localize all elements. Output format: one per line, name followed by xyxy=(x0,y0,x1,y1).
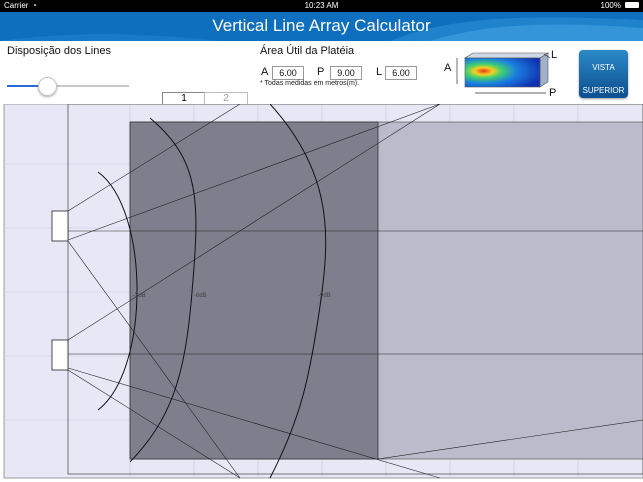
battery-icon xyxy=(625,2,639,8)
contour-label-3db: -3dB xyxy=(133,293,146,299)
field-a-label: A xyxy=(261,66,269,78)
field-a-input[interactable]: 6.00 xyxy=(272,66,304,80)
vista-superior-button[interactable]: VISTA SUPERIOR xyxy=(579,50,628,98)
clock: 10:23 AM xyxy=(304,1,339,10)
field-l-input[interactable]: 6.00 xyxy=(385,66,417,80)
title-bar: Vertical Line Array Calculator xyxy=(0,12,643,41)
units-note: * Todas medidas em metros(m). xyxy=(260,80,360,87)
diagram-p-label: P xyxy=(549,87,557,99)
vista-line1: VISTA xyxy=(592,63,615,72)
disposicao-label: Disposição dos Lines xyxy=(7,45,111,57)
contour-label-9db: -9dB xyxy=(318,293,331,299)
field-l-label: L xyxy=(376,66,383,78)
area-label: Área Útil da Platéia xyxy=(260,45,355,57)
field-p-input[interactable]: 9.00 xyxy=(330,66,362,80)
battery-percent: 100% xyxy=(600,1,621,10)
simulation-canvas[interactable]: -3dB -6dB -9dB xyxy=(0,104,643,482)
line-array-2 xyxy=(51,339,69,371)
diagram-a-label: A xyxy=(444,62,452,74)
diagram-l-label: L xyxy=(551,49,558,61)
line-array-1 xyxy=(51,210,69,242)
app-title: Vertical Line Array Calculator xyxy=(212,16,431,35)
field-p-label: P xyxy=(317,66,325,78)
contour-label-6db: -6dB xyxy=(194,293,207,299)
slider-thumb[interactable] xyxy=(38,77,57,96)
vista-line2: SUPERIOR xyxy=(582,86,625,95)
status-bar: Carrier ◔ 10:23 AM 100% xyxy=(0,0,643,12)
